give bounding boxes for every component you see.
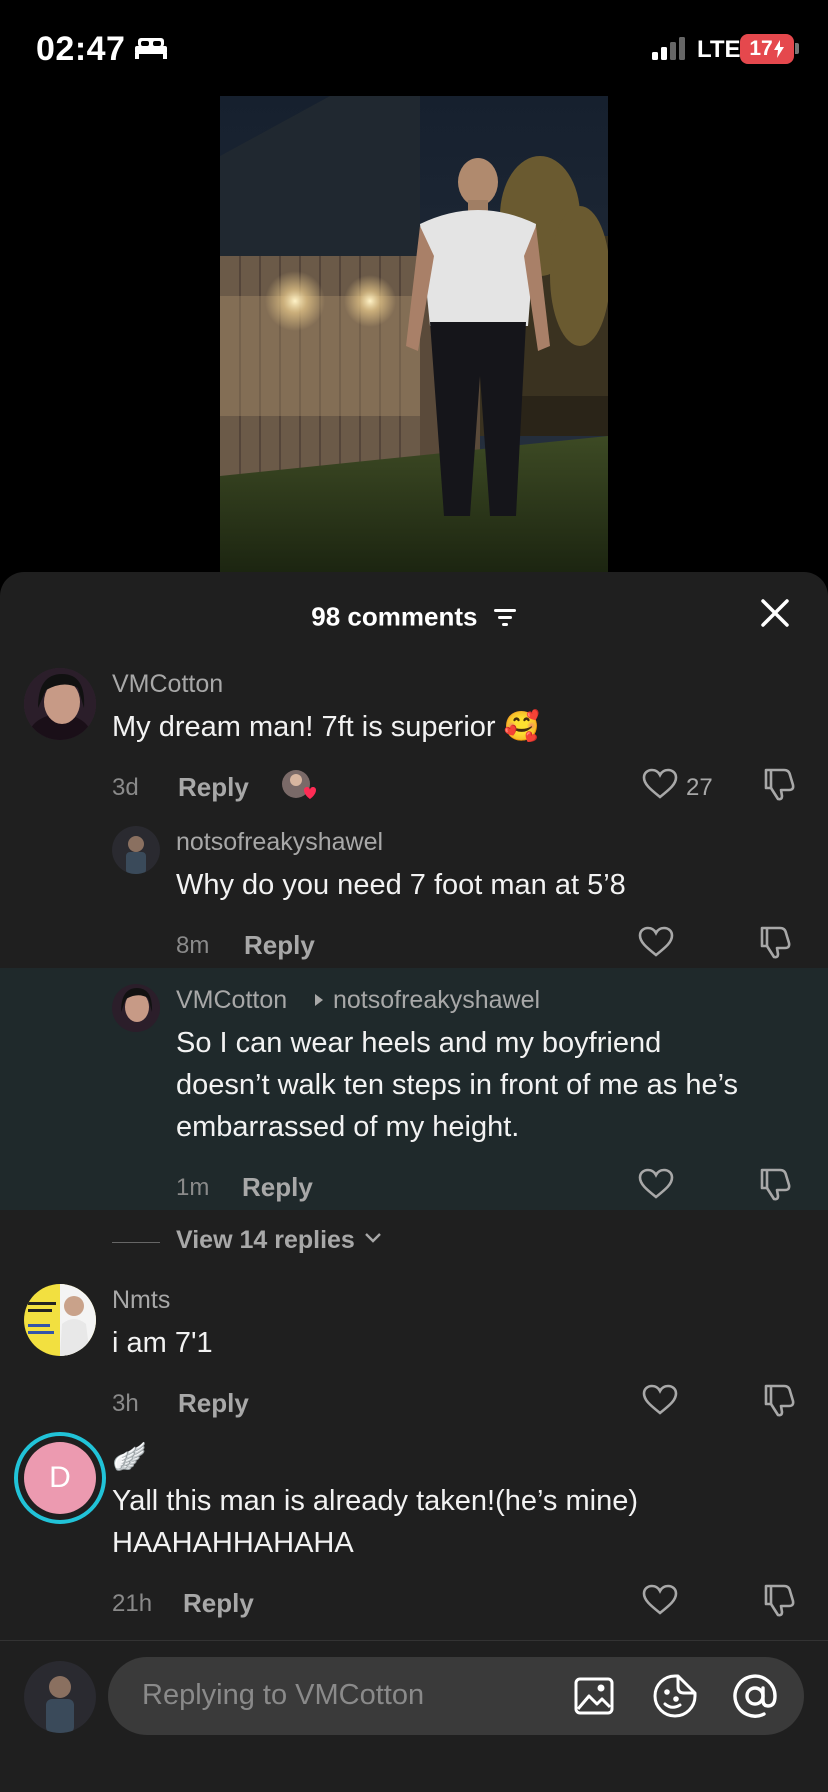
reply-button[interactable]: Reply: [178, 1388, 249, 1419]
comment-time: 8m: [176, 932, 210, 959]
comments-count-label: 98 comments: [311, 601, 478, 632]
comment-input[interactable]: Replying to VMCotton: [108, 1657, 804, 1735]
cell-signal-icon: [652, 37, 685, 60]
reply-arrow-icon: [315, 994, 323, 1006]
like-heart-icon[interactable]: [642, 768, 678, 800]
comment-username[interactable]: VMCotton: [176, 986, 287, 1015]
reply-button[interactable]: Reply: [183, 1588, 254, 1619]
dislike-icon[interactable]: [762, 1382, 796, 1418]
battery-indicator: 17: [740, 34, 794, 64]
avatar-letter: D: [49, 1461, 71, 1494]
dislike-icon[interactable]: [762, 1582, 796, 1618]
my-avatar: [24, 1661, 96, 1733]
sort-filter-icon[interactable]: [493, 607, 517, 627]
comment-input-bar: Replying to VMCotton: [0, 1640, 828, 1792]
image-icon[interactable]: [574, 1677, 614, 1715]
divider-line: [112, 1242, 160, 1243]
comment-text: My dream man! 7ft is superior 🥰: [112, 711, 540, 743]
comment-time: 3h: [112, 1390, 139, 1417]
network-type: LTE: [697, 36, 741, 63]
reply-button[interactable]: Reply: [242, 1172, 313, 1203]
like-heart-icon[interactable]: [642, 1384, 678, 1416]
charging-bolt-icon: [773, 40, 784, 58]
comment-time: 21h: [112, 1590, 153, 1617]
battery-level: 17: [749, 37, 773, 60]
comment-text: Why do you need 7 foot man at 5’8: [176, 869, 626, 901]
comment-time: 3d: [112, 774, 139, 801]
comment-time: 1m: [176, 1174, 210, 1201]
avatar-story-ring[interactable]: D: [14, 1432, 106, 1524]
comment-text-line: So I can wear heels and my boyfriend: [176, 1027, 662, 1059]
video-frame: [220, 96, 608, 576]
view-replies-label: View 14 replies: [176, 1226, 355, 1254]
avatar[interactable]: [24, 1284, 96, 1356]
like-heart-icon[interactable]: [638, 926, 674, 958]
chevron-down-icon: [365, 1233, 381, 1243]
battery-tip: [795, 43, 799, 54]
sticker-icon[interactable]: [652, 1673, 698, 1719]
clock: 02:47: [36, 30, 126, 68]
status-bar: 02:47 LTE 17: [0, 0, 828, 96]
comment-text-line: doesn’t walk ten steps in front of me as…: [176, 1069, 739, 1101]
comment-text-line: embarrassed of my height.: [176, 1111, 520, 1143]
close-icon[interactable]: [760, 598, 790, 628]
comment-username[interactable]: 🪽: [112, 1440, 147, 1473]
dislike-icon[interactable]: [758, 924, 792, 960]
avatar[interactable]: [24, 668, 96, 740]
avatar[interactable]: [112, 984, 160, 1032]
comments-count[interactable]: 98 comments: [0, 600, 828, 633]
like-heart-icon[interactable]: [642, 1584, 678, 1616]
comment-username[interactable]: notsofreakyshawel: [176, 828, 383, 857]
sleep-mode-icon: [135, 38, 167, 59]
reply-button[interactable]: Reply: [178, 772, 249, 803]
video-player[interactable]: [220, 96, 608, 576]
comment-input-placeholder: Replying to VMCotton: [142, 1679, 425, 1711]
avatar[interactable]: [112, 826, 160, 874]
comments-header: 98 comments: [0, 572, 828, 658]
comment-text-line: HAAHAHHAHAHA: [112, 1527, 354, 1559]
dislike-icon[interactable]: [758, 1166, 792, 1202]
comment-username[interactable]: Nmts: [112, 1286, 170, 1315]
reply-to-username[interactable]: notsofreakyshawel: [333, 986, 540, 1015]
creator-liked-icon: [282, 770, 316, 799]
mention-icon[interactable]: [732, 1673, 778, 1719]
avatar: D: [24, 1442, 96, 1514]
comment-text: i am 7'1: [112, 1327, 213, 1359]
dislike-icon[interactable]: [762, 766, 796, 802]
comment-text-line: Yall this man is already taken!(he’s min…: [112, 1485, 638, 1517]
like-heart-icon[interactable]: [638, 1168, 674, 1200]
comment-username[interactable]: VMCotton: [112, 670, 223, 699]
like-count: 27: [686, 774, 713, 801]
comments-panel: 98 comments VMCotton My dream man! 7ft i…: [0, 572, 828, 1792]
reply-button[interactable]: Reply: [244, 930, 315, 961]
